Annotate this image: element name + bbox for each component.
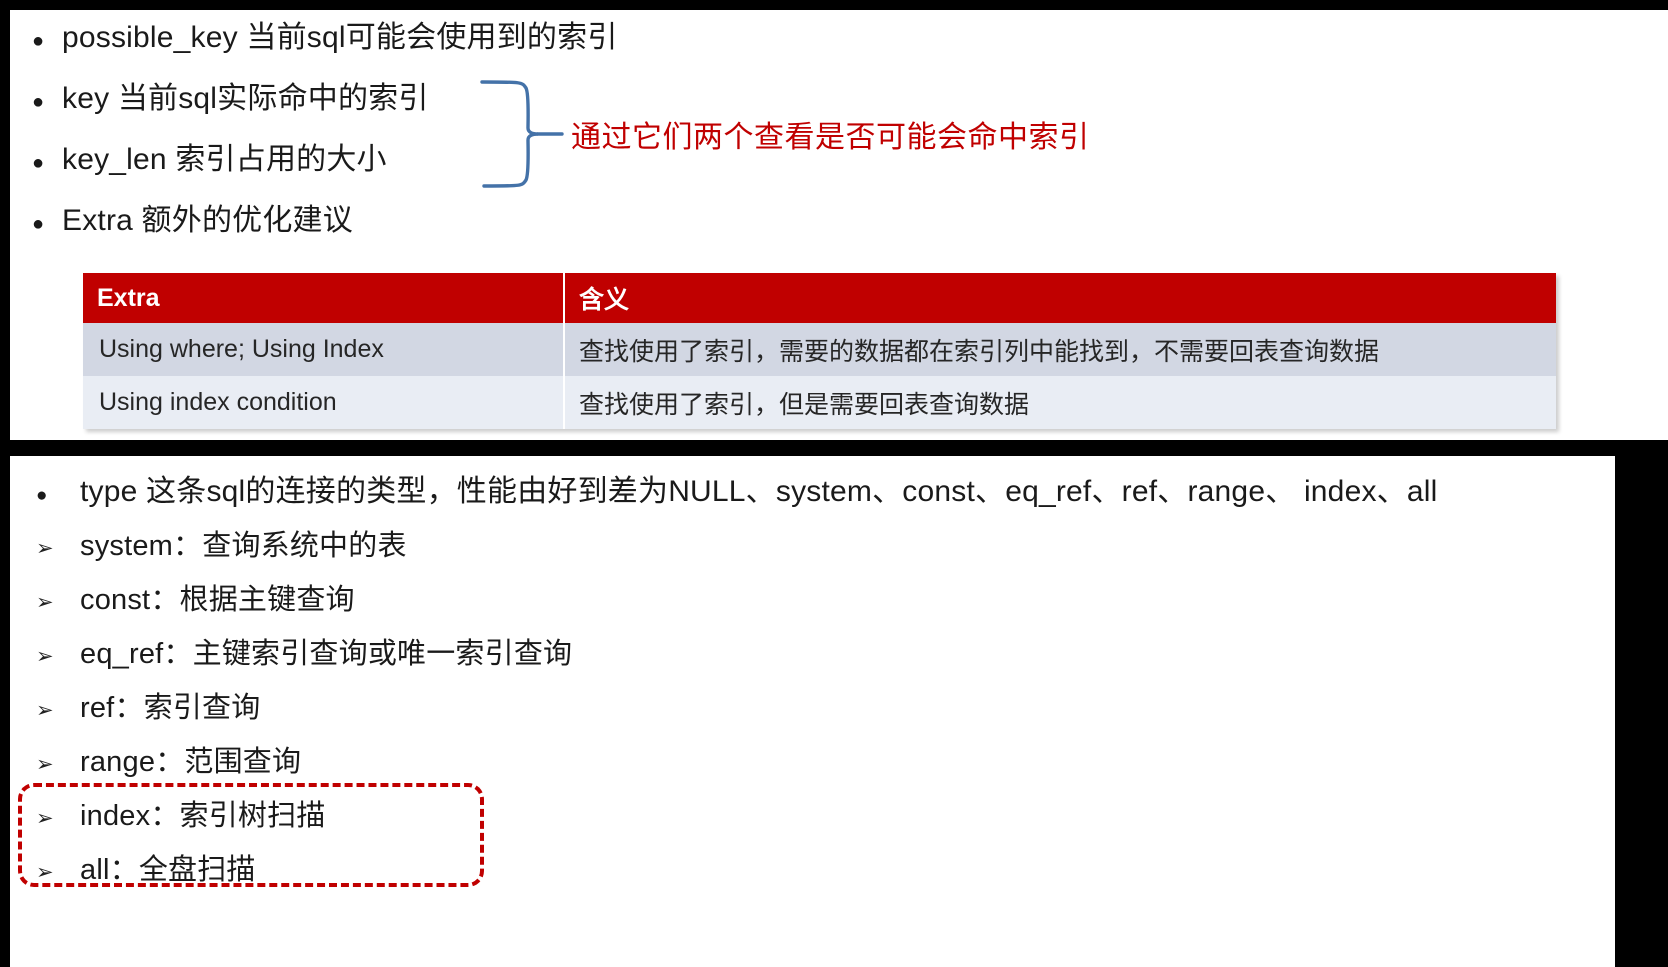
bullet-item-extra: ● Extra 额外的优化建议 [24,195,1224,256]
arrow-bullet-icon: ➢ [36,861,54,884]
arrow-bullet-icon: ➢ [36,591,54,614]
slide-panel-bottom: ● type 这条sql的连接的类型，性能由好到差为NULL、system、co… [10,456,1615,967]
list-item-type-heading: ● type 这条sql的连接的类型，性能由好到差为NULL、system、co… [24,466,1604,522]
extra-values-table: Extra 含义 Using where; Using Index 查找使用了索… [83,273,1556,429]
bullet-dot-icon: ● [32,213,45,235]
list-item-system: ➢ system：查询系统中的表 [24,522,1604,576]
bullet-label: key_len 索引占用的大小 [62,143,387,176]
list-item-range: ➢ range：范围查询 [24,738,1604,792]
list-item-ref: ➢ ref：索引查询 [24,684,1604,738]
list-item-label: eq_ref：主键索引查询或唯一索引查询 [80,638,573,670]
list-item-label: all：全盘扫描 [80,854,256,886]
arrow-bullet-icon: ➢ [36,753,54,776]
bullet-dot-icon: ● [32,91,45,113]
list-item-label: type 这条sql的连接的类型，性能由好到差为NULL、system、cons… [80,475,1438,508]
explain-field-bullet-list: ● possible_key 当前sql可能会使用到的索引 ● key 当前sq… [24,12,1224,256]
arrow-bullet-icon: ➢ [36,537,54,560]
table-header: Extra 含义 [83,273,1556,323]
type-value-list: ● type 这条sql的连接的类型，性能由好到差为NULL、system、co… [24,466,1604,900]
cell-meaning-value: 查找使用了索引，需要的数据都在索引列中能找到，不需要回表查询数据 [563,323,1556,376]
cell-extra-value: Using where; Using Index [83,323,563,376]
list-item-label: system：查询系统中的表 [80,530,407,562]
table-row: Using index condition 查找使用了索引，但是需要回表查询数据 [83,376,1556,429]
table-header-row: Extra 含义 [83,273,1556,323]
cell-extra-value: Using index condition [83,376,563,429]
table-body: Using where; Using Index 查找使用了索引，需要的数据都在… [83,323,1556,429]
list-item-label: ref：索引查询 [80,692,261,724]
bullet-dot-icon: ● [32,30,45,52]
bullet-item-possible-key: ● possible_key 当前sql可能会使用到的索引 [24,12,1224,73]
bullet-label: possible_key 当前sql可能会使用到的索引 [62,21,618,54]
list-item-label: index：索引树扫描 [80,800,326,832]
column-header-extra: Extra [83,273,563,323]
list-item-const: ➢ const：根据主键查询 [24,576,1604,630]
arrow-bullet-icon: ➢ [36,807,54,830]
column-header-meaning: 含义 [563,273,1556,323]
list-item-eq-ref: ➢ eq_ref：主键索引查询或唯一索引查询 [24,630,1604,684]
bullet-item-key-len: ● key_len 索引占用的大小 [24,134,1224,195]
arrow-bullet-icon: ➢ [36,699,54,722]
list-item-index: ➢ index：索引树扫描 [24,792,1604,846]
arrow-bullet-icon: ➢ [36,645,54,668]
bullet-label: Extra 额外的优化建议 [62,204,353,237]
slide-panel-top: ● possible_key 当前sql可能会使用到的索引 ● key 当前sq… [10,10,1668,440]
list-item-label: range：范围查询 [80,746,302,778]
bullet-label: key 当前sql实际命中的索引 [62,82,429,115]
cell-meaning-value: 查找使用了索引，但是需要回表查询数据 [563,376,1556,429]
bullet-dot-icon: ● [36,485,48,506]
table-row: Using where; Using Index 查找使用了索引，需要的数据都在… [83,323,1556,376]
bullet-item-key: ● key 当前sql实际命中的索引 [24,73,1224,134]
list-item-all: ➢ all：全盘扫描 [24,846,1604,900]
bullet-dot-icon: ● [32,152,45,174]
list-item-label: const：根据主键查询 [80,584,355,616]
